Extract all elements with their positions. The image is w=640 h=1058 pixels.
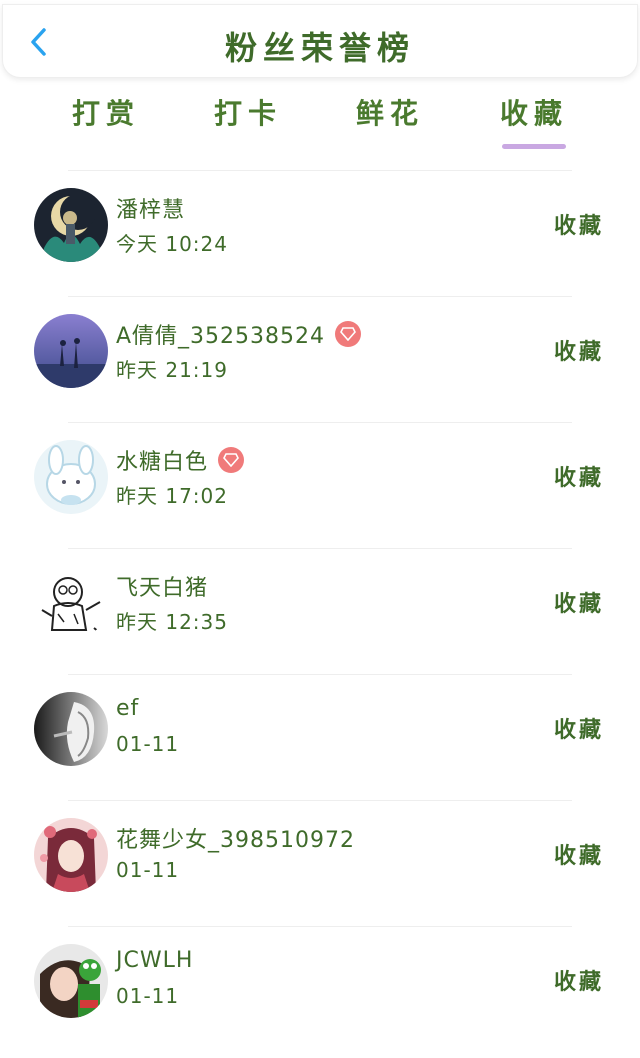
tab-flowers[interactable]: 鲜花	[330, 92, 450, 132]
divider	[68, 800, 572, 801]
divider	[68, 548, 572, 549]
timestamp: 01-11	[116, 858, 180, 882]
divider	[68, 170, 572, 171]
favorite-label: 收藏	[553, 214, 604, 239]
list-item[interactable]: 潘梓慧 今天 10:24 收藏	[0, 170, 640, 296]
favorite-label: 收藏	[553, 340, 604, 365]
tab-favorites[interactable]: 收藏	[474, 92, 594, 132]
avatar[interactable]	[34, 440, 108, 514]
diamond-icon	[340, 327, 356, 341]
user-name-text: A倩倩_352538524	[116, 324, 326, 349]
timestamp: 今天 10:24	[116, 232, 228, 256]
list-item[interactable]: ef 01-11 收藏	[0, 674, 640, 800]
divider	[68, 422, 572, 423]
tab-bar: 打赏 打卡 鲜花 收藏	[0, 92, 640, 152]
list-item[interactable]: 花舞少女_398510972 01-11 收藏	[0, 800, 640, 926]
timestamp: 昨天 17:02	[116, 484, 228, 508]
user-name: 飞天白猪	[116, 570, 208, 602]
timestamp: 01-11	[116, 732, 180, 756]
favorite-label: 收藏	[553, 970, 604, 995]
tab-reward[interactable]: 打赏	[46, 92, 166, 132]
divider	[68, 926, 572, 927]
avatar[interactable]	[34, 692, 108, 766]
favorite-label: 收藏	[553, 592, 604, 617]
avatar[interactable]	[34, 566, 108, 640]
vip-badge	[218, 447, 245, 473]
avatar[interactable]	[34, 944, 108, 1018]
favorite-label: 收藏	[553, 466, 604, 491]
timestamp: 昨天 21:19	[116, 358, 228, 382]
avatar[interactable]	[34, 818, 108, 892]
avatar[interactable]	[34, 314, 108, 388]
user-name: 水糖白色	[116, 444, 245, 476]
list-item[interactable]: 飞天白猪 昨天 12:35 收藏	[0, 548, 640, 674]
timestamp: 01-11	[116, 984, 180, 1008]
user-name: 花舞少女_398510972	[116, 822, 355, 854]
user-name: JCWLH	[116, 948, 193, 973]
user-name-text: 飞天白猪	[116, 576, 209, 601]
list-item[interactable]: A倩倩_352538524 昨天 21:19 收藏	[0, 296, 640, 422]
vip-badge	[335, 321, 362, 347]
user-name-text: ef	[116, 696, 140, 721]
user-name: A倩倩_352538524	[116, 318, 362, 350]
fan-list: 潘梓慧 今天 10:24 收藏 A倩倩_352538524 昨天 21:19 收…	[0, 170, 640, 1052]
user-name: 潘梓慧	[116, 192, 185, 224]
user-name-text: JCWLH	[116, 948, 194, 973]
user-name-text: 潘梓慧	[116, 198, 186, 223]
tab-checkin[interactable]: 打卡	[188, 92, 308, 132]
top-bar: 粉丝荣誉榜	[2, 4, 638, 78]
divider	[68, 296, 572, 297]
diamond-icon	[223, 453, 239, 467]
user-name-text: 水糖白色	[116, 450, 209, 475]
timestamp: 昨天 12:35	[116, 610, 228, 634]
divider	[68, 674, 572, 675]
favorite-label: 收藏	[553, 718, 604, 743]
list-item[interactable]: JCWLH 01-11 收藏	[0, 926, 640, 1052]
user-name: ef	[116, 696, 139, 721]
user-name-text: 花舞少女_398510972	[116, 828, 355, 853]
active-tab-indicator	[502, 144, 566, 149]
favorite-label: 收藏	[553, 844, 604, 869]
page-title: 粉丝荣誉榜	[224, 29, 415, 67]
list-item[interactable]: 水糖白色 昨天 17:02 收藏	[0, 422, 640, 548]
avatar[interactable]	[34, 188, 108, 262]
